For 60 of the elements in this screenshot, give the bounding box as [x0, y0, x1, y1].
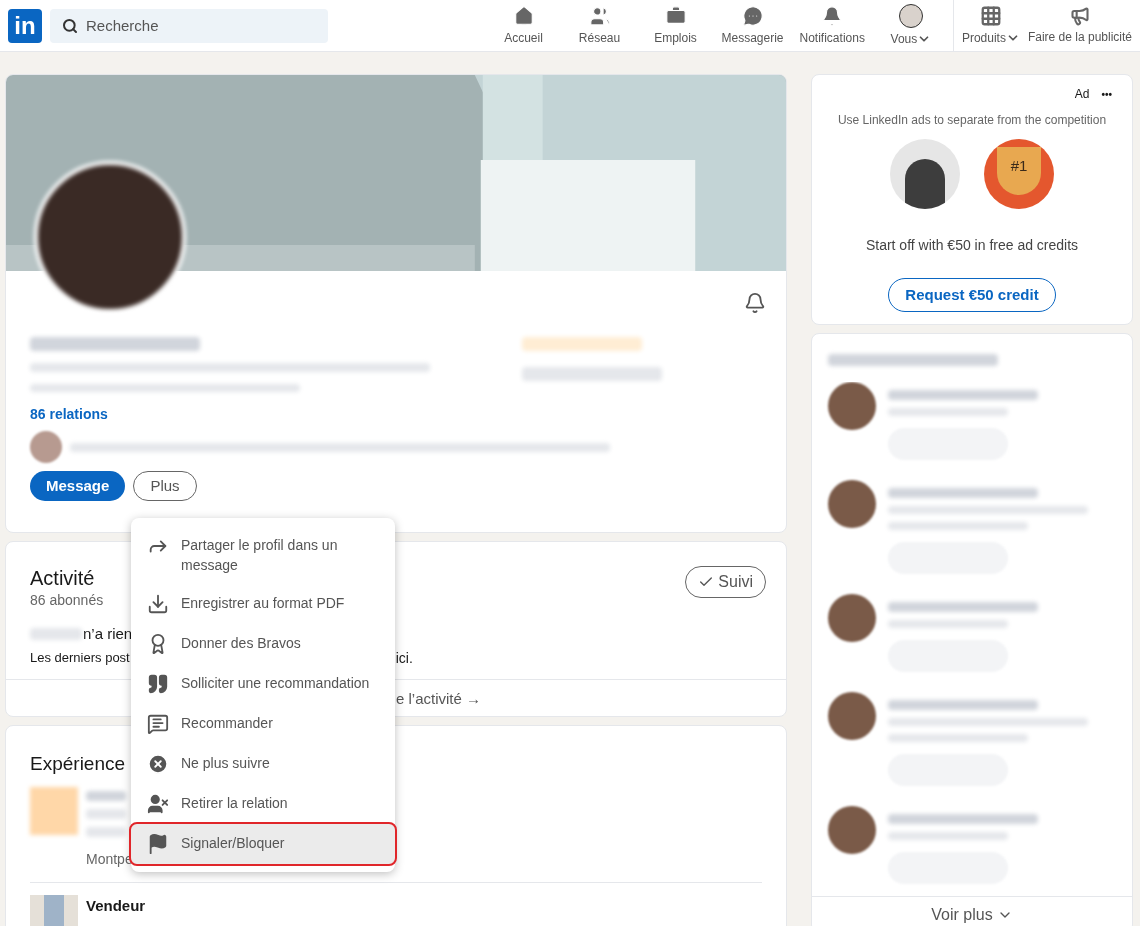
more-options-button[interactable]: •••	[1101, 86, 1112, 102]
nav-item[interactable]: Notifications	[791, 0, 873, 52]
connections-link[interactable]: 86 relations	[30, 404, 762, 425]
bell-icon[interactable]	[744, 292, 766, 314]
comment-icon	[147, 713, 169, 735]
search-field[interactable]: Recherche	[50, 8, 328, 43]
menu-item[interactable]: Partager le profil dans un message	[131, 526, 395, 584]
company-logo	[30, 786, 78, 835]
nav-item[interactable]: Réseau	[561, 0, 638, 52]
ad-label: Ad	[1074, 86, 1090, 103]
nav-item[interactable]: Vous	[872, 0, 949, 52]
flag-icon	[147, 833, 169, 855]
nav-item[interactable]: Faire de la publicité	[1023, 0, 1136, 52]
show-more-button[interactable]: Voir plus	[931, 903, 1013, 926]
blurred-text	[86, 808, 126, 819]
show-activity-link[interactable]: e l’activité →	[396, 687, 482, 711]
blurred-text	[86, 826, 126, 837]
people-icon	[588, 4, 611, 27]
activity-text: Les derniers post	[30, 648, 130, 667]
avatar	[30, 431, 62, 463]
trophy-badge: #1	[984, 139, 1054, 209]
remove-person-icon	[147, 793, 169, 815]
message-button[interactable]: Message	[30, 471, 126, 501]
menu-item[interactable]: Donner des Bravos	[131, 624, 395, 664]
menu-item[interactable]: Enregistrer au format PDF	[131, 584, 395, 624]
search-icon	[62, 17, 78, 34]
avatar	[828, 594, 876, 642]
avatar	[828, 692, 876, 740]
quote-icon	[147, 673, 169, 695]
ad-tagline: Use LinkedIn ads to separate from the competition	[837, 112, 1107, 129]
menu-item[interactable]: Solliciter une recommandation	[131, 664, 395, 704]
close-circle-icon	[147, 753, 169, 775]
job-title: Vendeur	[86, 895, 146, 916]
grid-icon	[979, 4, 1002, 27]
ad-offer: Start off with €50 in free ad credits	[865, 236, 1079, 255]
menu-item[interactable]: Signaler/Bloquer	[131, 824, 395, 864]
megaphone-icon	[1069, 5, 1090, 26]
menu-item[interactable]: Recommander	[131, 704, 395, 744]
section-title: Expérience	[30, 752, 126, 776]
avatar	[828, 382, 876, 430]
section-title: Activité	[30, 566, 96, 590]
home-icon	[512, 4, 535, 27]
avatar	[828, 480, 876, 528]
blurred-text	[30, 628, 82, 641]
nav-item[interactable]: Produits	[957, 0, 1024, 52]
blurred-text	[86, 790, 126, 801]
avatar	[828, 806, 876, 854]
nav-item[interactable]: Messagerie	[713, 0, 792, 52]
avatar	[898, 3, 923, 28]
activity-text: ici.	[395, 648, 413, 668]
chat-bubble-icon	[741, 4, 764, 27]
nav-item[interactable]: Accueil	[485, 0, 562, 52]
download-icon	[147, 593, 169, 615]
logo[interactable]: in	[8, 8, 42, 43]
nav-item[interactable]: Emplois	[637, 0, 714, 52]
bell-icon	[821, 4, 844, 27]
menu-item[interactable]: Retirer la relation	[131, 784, 395, 824]
activity-text: n’a rien	[83, 624, 133, 644]
follower-count: 86 abonnés	[30, 591, 104, 610]
menu-item[interactable]: Ne plus suivre	[131, 744, 395, 784]
